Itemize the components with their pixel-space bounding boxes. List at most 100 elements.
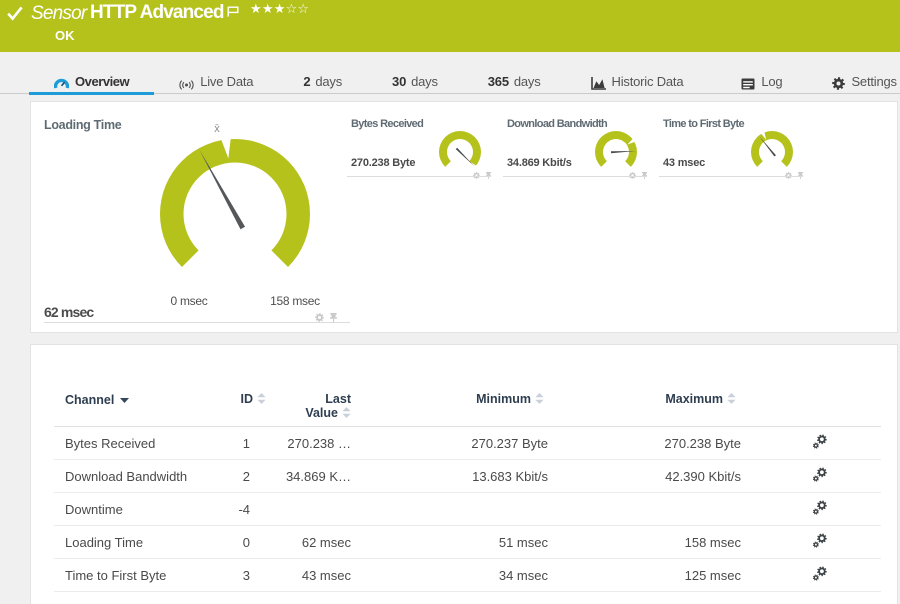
cell-id: 3	[231, 558, 267, 592]
cell-divider	[44, 322, 350, 323]
column-header-maximum[interactable]: Maximum	[565, 392, 758, 427]
tab-365-days[interactable]: 365 days	[463, 52, 566, 93]
table-row[interactable]: Download Bandwidth 2 34.869 K… 13.683 Kb…	[54, 459, 881, 493]
time-to-first-byte-value: 43 msec	[663, 157, 706, 169]
status-check-icon	[7, 6, 23, 26]
priority-stars[interactable]: ★★★☆☆	[250, 2, 309, 17]
cell-minimum: 34 msec	[368, 558, 565, 592]
cell-divider	[347, 176, 491, 177]
tab-label: Overview	[75, 74, 130, 89]
channel-settings-gears-icon[interactable]	[812, 467, 827, 482]
live-icon	[179, 80, 194, 90]
gauge-title-time-to-first-byte: Time to First Byte	[663, 118, 745, 130]
cell-channel[interactable]: Downtime	[54, 492, 231, 526]
pin-icon[interactable]	[329, 309, 338, 327]
cell-id: 0	[231, 525, 267, 559]
download-bandwidth-panel: Download Bandwidth 34.869 Kbit/s	[501, 102, 657, 179]
pin-icon[interactable]	[797, 166, 804, 184]
cell-maximum: 125 msec	[565, 558, 758, 592]
sort-desc-icon	[120, 392, 130, 406]
bytes-received-panel: Bytes Received 270.238 Byte	[345, 102, 501, 179]
average-marker-label: x̄	[214, 123, 220, 135]
cell-id: 1	[231, 426, 267, 460]
gauge-settings-gear-icon[interactable]	[473, 166, 480, 184]
column-header-minimum[interactable]: Minimum	[368, 392, 565, 427]
cell-channel[interactable]: Loading Time	[54, 525, 231, 559]
cell-channel[interactable]: Download Bandwidth	[54, 459, 231, 493]
sensor-header: Sensor HTTP Advanced ★★★☆☆ OK	[0, 0, 900, 52]
tab-label: Historic Data	[611, 74, 684, 89]
tab-label: days	[315, 74, 343, 89]
cell-minimum: 270.237 Byte	[368, 426, 565, 460]
tab-live-data[interactable]: Live Data	[154, 52, 278, 93]
time-to-first-byte-panel: Time to First Byte 43 msec	[657, 102, 813, 179]
channel-table-panel: Channel ID Last Value Minimum Maximum By…	[30, 344, 898, 604]
cell-minimum: 13.683 Kbit/s	[368, 459, 565, 493]
gauge-title-loading-time: Loading Time	[44, 118, 122, 132]
cell-minimum: 51 msec	[368, 525, 565, 559]
tab-number: 2	[303, 74, 311, 89]
cell-last-value: 34.869 K…	[267, 459, 368, 493]
cell-maximum: 42.390 Kbit/s	[565, 459, 758, 493]
sensor-name: HTTP Advanced	[90, 2, 224, 23]
pin-icon[interactable]	[485, 166, 492, 184]
gauge-settings-gear-icon[interactable]	[315, 309, 324, 327]
column-header-last-value[interactable]: Last Value	[267, 392, 368, 427]
sort-icon	[342, 407, 351, 421]
cell-channel[interactable]: Time to First Byte	[54, 558, 231, 592]
column-header-id[interactable]: ID	[231, 392, 267, 427]
table-row[interactable]: Bytes Received 1 270.238 … 270.237 Byte …	[54, 426, 881, 460]
gauge-icon	[54, 77, 69, 90]
channel-settings-gears-icon[interactable]	[812, 500, 827, 515]
channel-settings-gears-icon[interactable]	[812, 566, 827, 581]
tab-2-days[interactable]: 2 days	[278, 52, 367, 93]
gear-icon	[832, 77, 846, 90]
download-bandwidth-value: 34.869 Kbit/s	[507, 157, 572, 169]
cell-channel[interactable]: Bytes Received	[54, 426, 231, 460]
tab-label: Live Data	[200, 74, 254, 89]
gauge-scale-min: 0 msec	[170, 294, 208, 308]
cell-actions	[758, 426, 881, 460]
log-icon	[741, 78, 755, 90]
panel-actions	[473, 166, 492, 184]
cell-actions	[758, 492, 881, 526]
tab-bar: Overview Live Data 2 days 30 days 365 da…	[0, 52, 900, 95]
gauge-settings-gear-icon[interactable]	[785, 166, 792, 184]
tab-label: days	[411, 74, 438, 89]
cell-divider	[503, 176, 647, 177]
bytes-received-value: 270.238 Byte	[351, 157, 416, 169]
cell-last-value	[267, 492, 368, 526]
gauges-panel: Loading Time x̄ 0 msec 158 msec 62 msec …	[30, 101, 898, 333]
panel-actions	[629, 166, 648, 184]
cell-maximum: 158 msec	[565, 525, 758, 559]
column-header-channel[interactable]: Channel	[54, 392, 231, 427]
tab-30-days[interactable]: 30 days	[367, 52, 463, 93]
cell-id: 2	[231, 459, 267, 493]
tab-historic-data[interactable]: Historic Data	[566, 52, 709, 93]
tab-label: Log	[761, 74, 783, 89]
sensor-type-label: Sensor	[31, 3, 87, 24]
tab-log[interactable]: Log	[716, 52, 807, 93]
cell-minimum	[368, 492, 565, 526]
gauge-settings-gear-icon[interactable]	[629, 166, 636, 184]
pin-icon[interactable]	[641, 166, 648, 184]
channel-settings-gears-icon[interactable]	[812, 434, 827, 449]
table-row[interactable]: Downtime -4	[54, 492, 881, 526]
channel-settings-gears-icon[interactable]	[812, 533, 827, 548]
tab-settings[interactable]: Settings	[807, 52, 900, 93]
table-row[interactable]: Time to First Byte 3 43 msec 34 msec 125…	[54, 558, 881, 592]
cell-actions	[758, 558, 881, 592]
column-header-actions	[758, 392, 881, 427]
tab-label: Settings	[851, 74, 897, 89]
cell-actions	[758, 525, 881, 559]
gauge-title-download-bandwidth: Download Bandwidth	[507, 118, 608, 130]
cell-actions	[758, 459, 881, 493]
cell-last-value: 270.238 …	[267, 426, 368, 460]
panel-actions	[785, 166, 804, 184]
cell-maximum: 270.238 Byte	[565, 426, 758, 460]
cell-last-value: 62 msec	[267, 525, 368, 559]
table-row[interactable]: Loading Time 0 62 msec 51 msec 158 msec	[54, 525, 881, 559]
cell-id: -4	[231, 492, 267, 526]
flag-icon[interactable]	[227, 4, 239, 22]
tab-overview[interactable]: Overview	[29, 52, 155, 95]
